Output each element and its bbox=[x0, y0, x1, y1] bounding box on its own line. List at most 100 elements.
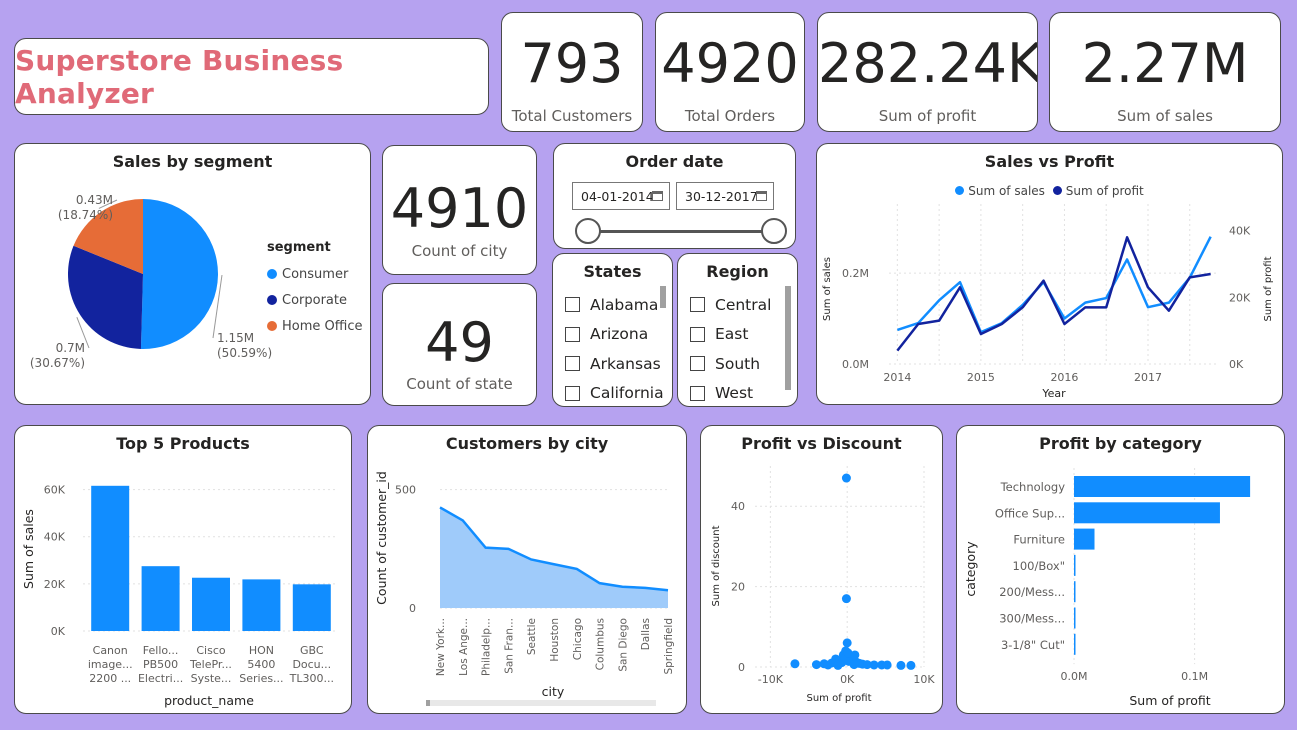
x-tick-label: Fello... bbox=[143, 644, 179, 657]
x-tick-label: 10K bbox=[913, 673, 935, 686]
scatter-point[interactable] bbox=[790, 659, 800, 669]
end-date-input[interactable]: 30-12-2017 bbox=[676, 182, 774, 210]
checkbox[interactable] bbox=[690, 297, 705, 313]
x-tick-label: 0.0M bbox=[1061, 670, 1088, 683]
series-line[interactable] bbox=[896, 236, 1212, 334]
bar[interactable] bbox=[1074, 476, 1251, 497]
bar[interactable] bbox=[1074, 502, 1220, 524]
kpi-sum-of-sales[interactable]: 2.27M Sum of sales bbox=[1049, 12, 1281, 132]
scrollbar[interactable] bbox=[660, 286, 666, 308]
kpi-count-of-city[interactable]: 4910 Count of city bbox=[382, 145, 537, 275]
scatter-point[interactable] bbox=[906, 660, 916, 670]
order-date-slicer[interactable]: Order date 04-01-2014 30-12-2017 bbox=[553, 143, 796, 249]
bar[interactable] bbox=[292, 584, 331, 631]
kpi-total-customers[interactable]: 793 Total Customers bbox=[501, 12, 643, 132]
profit-by-category-chart[interactable]: Profit by category 0.0M 0.1M Technology Off… bbox=[956, 425, 1285, 714]
series-line[interactable] bbox=[896, 236, 1211, 352]
region-item-east[interactable]: East bbox=[690, 320, 771, 350]
checkbox[interactable] bbox=[565, 385, 580, 401]
scatter-point[interactable] bbox=[811, 660, 821, 670]
date-range-start-handle[interactable] bbox=[575, 218, 601, 244]
region-label: West bbox=[715, 384, 754, 403]
kpi-sum-of-profit[interactable]: 282.24K Sum of profit bbox=[817, 12, 1038, 132]
calendar-icon[interactable] bbox=[652, 191, 663, 201]
legend-item-home-office[interactable]: Home Office bbox=[267, 313, 362, 339]
x-tick-label: Houston bbox=[549, 618, 561, 662]
kpi-label: Sum of sales bbox=[1117, 107, 1213, 125]
checkbox[interactable] bbox=[565, 326, 580, 342]
state-item-arizona[interactable]: Arizona bbox=[565, 320, 664, 350]
scatter-point[interactable] bbox=[882, 660, 892, 670]
y-tick-label: 0 bbox=[409, 602, 416, 615]
legend-item-corporate[interactable]: Corporate bbox=[267, 287, 362, 313]
scatter-point[interactable] bbox=[849, 660, 859, 670]
bar[interactable] bbox=[192, 577, 230, 631]
pie-percent-label: (30.67%) bbox=[30, 356, 85, 370]
legend-label: Home Office bbox=[282, 318, 363, 334]
calendar-icon[interactable] bbox=[756, 191, 767, 201]
scatter-point[interactable] bbox=[841, 473, 851, 483]
bar[interactable] bbox=[1074, 554, 1076, 576]
scatter-point[interactable] bbox=[869, 660, 879, 670]
scatter-point[interactable] bbox=[896, 660, 906, 670]
scatter-point[interactable] bbox=[842, 638, 852, 648]
states-slicer[interactable]: States Alabama Arizona Arkansas Californ… bbox=[552, 253, 673, 407]
kpi-total-orders[interactable]: 4920 Total Orders bbox=[655, 12, 805, 132]
kpi-count-of-state[interactable]: 49 Count of state bbox=[382, 283, 537, 406]
pie-percent-label: (50.59%) bbox=[217, 346, 272, 360]
checkbox[interactable] bbox=[690, 356, 705, 372]
scrollbar[interactable] bbox=[785, 286, 791, 390]
checkbox[interactable] bbox=[565, 297, 580, 313]
scatter-chart-svg[interactable]: -10K 0K 10K 0 20 40 Sum of profit Sum of discou… bbox=[701, 426, 943, 714]
line-chart-svg[interactable]: 0.0M 0.2M 0K 20K 40K 2014 2015 2016 2017 Year Sum … bbox=[817, 144, 1283, 405]
bar[interactable] bbox=[1074, 581, 1076, 603]
x-tick-label: San Fran... bbox=[503, 618, 515, 674]
area-chart-svg[interactable]: 0 500 New York... Los Ange... Philadelp... Sa… bbox=[368, 426, 687, 714]
x-tick-label: PB500 bbox=[143, 658, 178, 671]
region-item-west[interactable]: West bbox=[690, 379, 771, 407]
x-tick-label: Docu... bbox=[292, 658, 331, 671]
scatter-point[interactable] bbox=[823, 660, 833, 670]
checkbox[interactable] bbox=[565, 356, 580, 372]
bar[interactable] bbox=[91, 485, 130, 631]
kpi-label: Count of city bbox=[411, 242, 508, 260]
sales-vs-profit-chart[interactable]: Sales vs Profit Sum of sales Sum of prof… bbox=[816, 143, 1283, 405]
scatter-point[interactable] bbox=[833, 660, 843, 670]
date-range-end-handle[interactable] bbox=[761, 218, 787, 244]
state-item-california[interactable]: California bbox=[565, 379, 664, 407]
bar[interactable] bbox=[242, 579, 281, 631]
y-tick-label: 60K bbox=[44, 484, 66, 497]
region-item-central[interactable]: Central bbox=[690, 290, 771, 320]
customers-by-city-chart[interactable]: Customers by city 0 500 New York... Los Ang… bbox=[367, 425, 687, 714]
bar[interactable] bbox=[1074, 528, 1095, 550]
y-tick-label: 200/Mess... bbox=[999, 585, 1065, 599]
region-slicer[interactable]: Region Central East South West bbox=[677, 253, 798, 407]
checkbox[interactable] bbox=[690, 326, 705, 342]
scatter-point[interactable] bbox=[841, 594, 851, 604]
hbar-chart-svg[interactable]: 0.0M 0.1M Technology Office Sup... Furniture… bbox=[957, 426, 1285, 714]
y2-tick-label: 20K bbox=[1229, 291, 1251, 304]
bar[interactable] bbox=[141, 566, 180, 631]
pie-slice[interactable] bbox=[140, 199, 218, 349]
state-label: Arizona bbox=[590, 325, 649, 344]
region-item-south[interactable]: South bbox=[690, 349, 771, 379]
profit-vs-discount-chart[interactable]: Profit vs Discount -10K 0K 10K 0 20 40 Sum of … bbox=[700, 425, 943, 714]
date-range-track[interactable] bbox=[588, 230, 773, 233]
x-tick-label: Cisco bbox=[196, 644, 226, 657]
slicer-title: Order date bbox=[625, 152, 724, 171]
bar[interactable] bbox=[1074, 633, 1076, 655]
x-tick-label: Dallas bbox=[640, 618, 652, 650]
start-date-input[interactable]: 04-01-2014 bbox=[572, 182, 670, 210]
checkbox[interactable] bbox=[690, 385, 705, 401]
region-list: Central East South West bbox=[690, 290, 771, 407]
state-item-alabama[interactable]: Alabama bbox=[565, 290, 664, 320]
legend-item-consumer[interactable]: Consumer bbox=[267, 261, 362, 287]
sales-by-segment-chart[interactable]: Sales by segment 1.15M (50.59%) 0.7M (30.67… bbox=[14, 143, 371, 405]
y2-tick-label: 0K bbox=[1229, 358, 1244, 371]
state-item-arkansas[interactable]: Arkansas bbox=[565, 349, 664, 379]
scatter-point[interactable] bbox=[843, 648, 853, 658]
y-tick-label: 0 bbox=[738, 661, 745, 674]
top-5-products-chart[interactable]: Top 5 Products 0K 20K 40K 60K Canon image... 2… bbox=[14, 425, 352, 714]
bar[interactable] bbox=[1074, 607, 1076, 629]
bar-chart-svg[interactable]: 0K 20K 40K 60K Canonimage...2200 ... Fello...… bbox=[15, 426, 352, 714]
